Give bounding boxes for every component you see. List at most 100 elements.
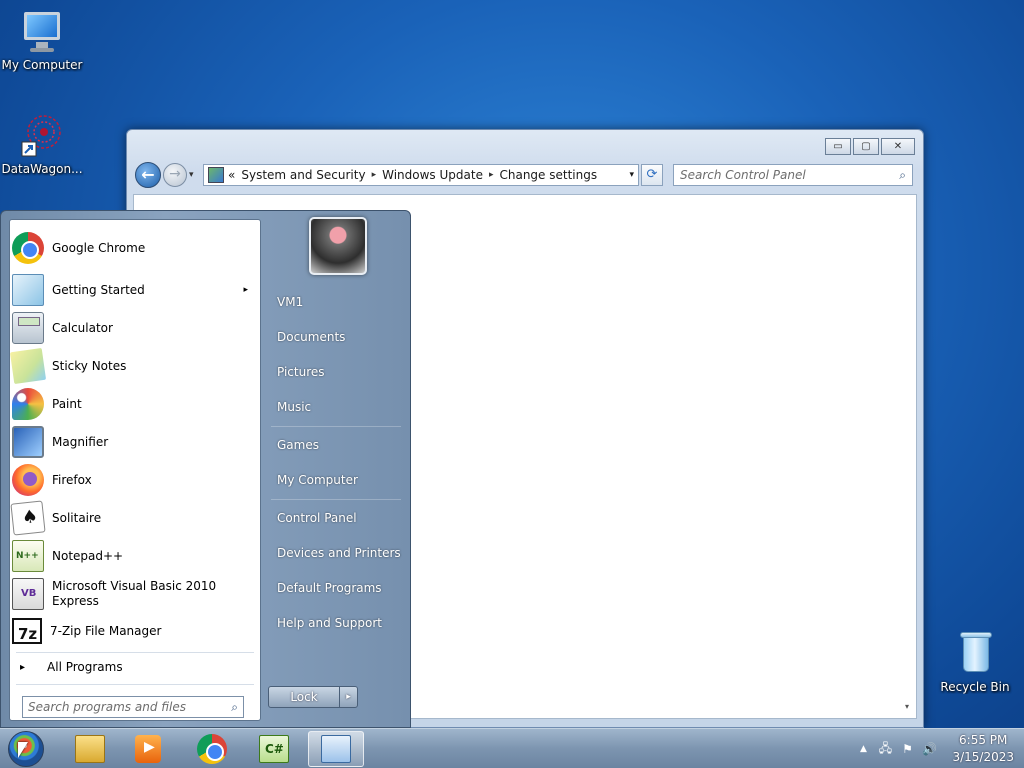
program-solitaire[interactable]: Solitaire (10, 500, 258, 536)
volume-icon[interactable]: 🔊 (920, 742, 938, 756)
program-label: Solitaire (52, 511, 102, 525)
lock-button[interactable]: Lock (269, 687, 339, 707)
address-bar[interactable]: « System and Security ▸ Windows Update ▸… (203, 164, 639, 186)
program-paint[interactable]: Paint (12, 388, 258, 420)
program-label-line2: Express (52, 594, 99, 608)
maximize-button[interactable]: ▢ (853, 138, 879, 155)
program-google-chrome[interactable]: Google Chrome (12, 232, 258, 264)
program-magnifier[interactable]: Magnifier (12, 426, 258, 458)
breadcrumb-windows-update[interactable]: Windows Update (382, 168, 483, 182)
paint-icon (12, 388, 44, 420)
search-programs-input[interactable]: Search programs and files ⌕ (22, 696, 244, 718)
program-seven-zip[interactable]: 7-Zip File Manager (12, 618, 258, 644)
program-calculator[interactable]: Calculator (12, 312, 258, 344)
breadcrumb-overflow[interactable]: « (228, 168, 235, 182)
places-divider (271, 499, 401, 500)
program-label: Sticky Notes (52, 359, 127, 373)
system-tray: ▲ 🖧 ⚑ 🔊 6:55 PM 3/15/2023 (854, 729, 1014, 768)
solitaire-icon (10, 500, 46, 536)
program-visual-basic[interactable]: Microsoft Visual Basic 2010 Express (12, 578, 258, 610)
desktop-icon-label: Recycle Bin (940, 680, 1010, 694)
desktop-icon-my-computer[interactable]: My Computer (0, 8, 84, 72)
all-programs-label: All Programs (47, 660, 123, 674)
action-center-flag-icon[interactable]: ⚑ (898, 742, 916, 756)
datawagon-icon (18, 112, 66, 160)
desktop-icon-datawagon[interactable]: DataWagon... (0, 112, 84, 176)
search-control-panel-input[interactable]: Search Control Panel ⌕ (673, 164, 913, 186)
start-menu-programs-pane: Google Chrome Getting Started ▸ Calculat… (9, 219, 261, 721)
show-hidden-icons-icon[interactable]: ▲ (854, 744, 872, 754)
start-link-documents[interactable]: Documents (277, 330, 345, 344)
window-controls: ▭ ▢ ✕ (825, 138, 915, 155)
search-placeholder: Search programs and files (28, 700, 186, 714)
notepad-plus-plus-icon (12, 540, 44, 572)
program-label: Google Chrome (52, 241, 146, 255)
search-divider (16, 684, 254, 685)
all-programs-button[interactable]: ▸ All Programs (20, 660, 123, 674)
taskbar-media-player-button[interactable] (120, 731, 176, 767)
visual-basic-icon (12, 578, 44, 610)
program-label: Magnifier (52, 435, 109, 449)
start-link-my-computer[interactable]: My Computer (277, 473, 358, 487)
scroll-down-arrow[interactable]: ▾ (900, 702, 914, 716)
desktop-icon-recycle-bin[interactable]: Recycle Bin (933, 630, 1017, 694)
seven-zip-icon (12, 618, 42, 644)
forward-button[interactable]: → (163, 163, 187, 187)
control-panel-icon (208, 167, 224, 183)
submenu-arrow-icon[interactable]: ▸ (243, 285, 248, 295)
recycle-bin-icon (951, 630, 999, 678)
program-getting-started[interactable]: Getting Started ▸ (12, 274, 258, 306)
network-icon[interactable]: 🖧 (876, 739, 894, 760)
program-label: Microsoft Visual Basic 2010 Express (52, 579, 216, 609)
folder-icon (75, 735, 105, 763)
search-icon[interactable]: ⌕ (231, 700, 238, 715)
start-link-music[interactable]: Music (277, 400, 311, 414)
my-computer-icon (18, 8, 66, 56)
taskbar-explorer-button[interactable] (62, 731, 118, 767)
all-programs-arrow-icon: ▸ (20, 661, 26, 673)
start-link-default-programs[interactable]: Default Programs (277, 581, 382, 595)
start-link-games[interactable]: Games (277, 438, 319, 452)
address-dropdown-icon[interactable]: ▾ (629, 170, 634, 180)
calculator-icon (12, 312, 44, 344)
clock[interactable]: 6:55 PM 3/15/2023 (952, 732, 1014, 766)
breadcrumb-system-security[interactable]: System and Security (241, 168, 365, 182)
shutdown-options-arrow-icon[interactable]: ▸ (339, 687, 357, 707)
start-link-help-support[interactable]: Help and Support (277, 616, 382, 630)
close-button[interactable]: ✕ (881, 138, 915, 155)
program-label: Getting Started (52, 283, 145, 297)
start-menu: Google Chrome Getting Started ▸ Calculat… (0, 210, 411, 728)
recent-pages-dropdown[interactable]: ▾ (189, 170, 199, 180)
firefox-icon (12, 464, 44, 496)
start-link-control-panel[interactable]: Control Panel (277, 511, 357, 525)
sticky-notes-icon (9, 347, 47, 385)
control-panel-icon (321, 735, 351, 763)
user-picture-avatar[interactable] (309, 217, 367, 275)
start-link-pictures[interactable]: Pictures (277, 365, 325, 379)
program-label: Notepad++ (52, 549, 124, 563)
breadcrumb-separator-icon[interactable]: ▸ (372, 170, 377, 180)
program-firefox[interactable]: Firefox (12, 464, 258, 496)
desktop-icon-label: DataWagon... (1, 162, 83, 176)
refresh-button[interactable]: ⟳ (641, 164, 663, 186)
breadcrumb-change-settings[interactable]: Change settings (499, 168, 597, 182)
program-label: Paint (52, 397, 82, 411)
chrome-icon (197, 734, 227, 764)
program-label-line1: Microsoft Visual Basic 2010 (52, 579, 217, 593)
back-button[interactable]: ← (135, 162, 161, 188)
start-link-user[interactable]: VM1 (277, 295, 303, 309)
taskbar-chrome-button[interactable] (184, 731, 240, 767)
places-divider (271, 426, 401, 427)
minimize-button[interactable]: ▭ (825, 138, 851, 155)
mouse-cursor-icon (18, 742, 28, 758)
taskbar-visual-csharp-button[interactable] (246, 731, 302, 767)
taskbar-control-panel-button[interactable] (308, 731, 364, 767)
start-link-devices-printers[interactable]: Devices and Printers (277, 546, 401, 560)
program-label: Firefox (52, 473, 92, 487)
magnifier-icon (12, 426, 44, 458)
desktop-icon-label: My Computer (1, 58, 83, 72)
search-icon[interactable]: ⌕ (899, 168, 906, 183)
program-notepad-plus-plus[interactable]: Notepad++ (12, 540, 258, 572)
program-sticky-notes[interactable]: Sticky Notes (9, 347, 258, 385)
breadcrumb-separator-icon[interactable]: ▸ (489, 170, 494, 180)
